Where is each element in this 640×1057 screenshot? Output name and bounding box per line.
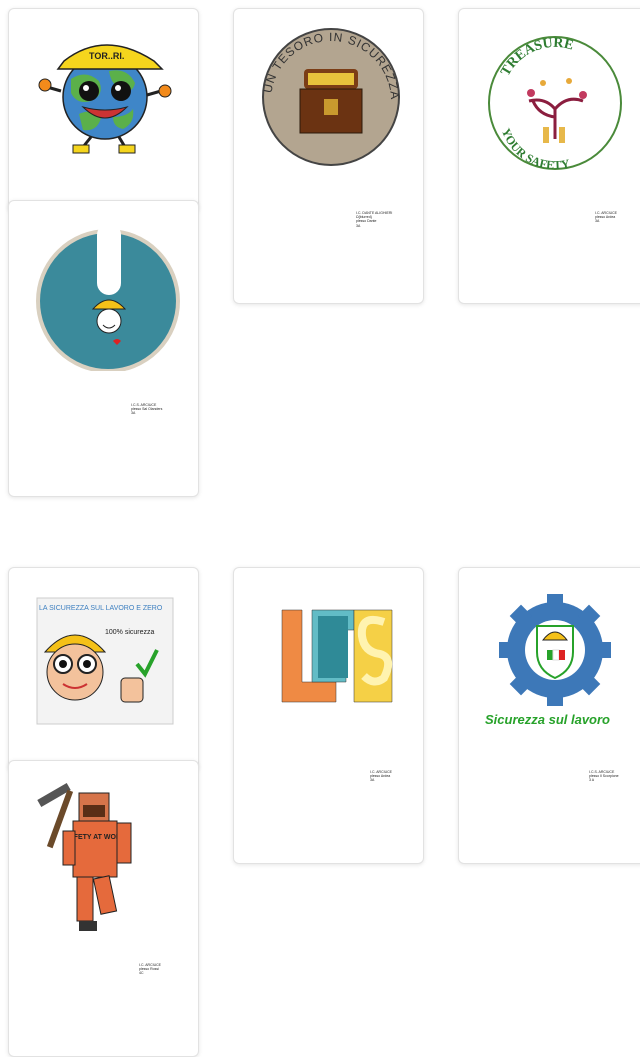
logo-card-world-helmet[interactable]: TOR..RI. <box>8 8 199 213</box>
card-caption: I.C. DANTE ALIGHIERI Ω{blurred} plesso D… <box>356 211 393 228</box>
card-caption: I.C. ARCIUCE plesso Ardea 3A <box>595 211 617 224</box>
card-caption: I.C.S. ARCIUCE plesso Il Scorpione 3 A <box>589 770 619 783</box>
world-helmet-mascot-image: TOR..RI. <box>38 44 172 154</box>
helmet-worker-drawing-image: LA SICUREZZA SUL LAVORO E ZERO 100% sicu… <box>36 597 174 725</box>
logo-card-helmet-worker[interactable]: LA SICUREZZA SUL LAVORO E ZERO 100% sicu… <box>8 567 199 772</box>
logo-card-treasure-tree[interactable]: TREASURE YOUR SAFETY I.C. ARCIUCE plesso… <box>458 8 640 304</box>
miner-safety-at-work-image: SAFETY AT WORK <box>37 783 132 931</box>
logo-card-miner[interactable]: SAFETY AT WORK I.C. ARCIUCE plesso Rossi… <box>8 760 199 1057</box>
treasure-chest-seal-image: UN TESORO IN SICUREZZA <box>261 28 401 166</box>
gear-shield-helmet-image: Sicurezza sul lavoro <box>485 594 611 727</box>
logo-card-treasure-chest[interactable]: UN TESORO IN SICUREZZA I.C. DANTE ALIGHI… <box>233 8 424 304</box>
slogan-text: Sicurezza sul lavoro <box>485 712 610 727</box>
percent-badge: 100% sicurezza <box>105 629 155 636</box>
logo-card-lis[interactable]: I.C. ARCIUCE plesso Ardea 3A <box>233 567 424 864</box>
card-caption: I.C. ARCIUCE plesso Ardea 3A <box>370 770 392 783</box>
lis-blocks-image <box>281 609 393 703</box>
logo-card-gear-shield[interactable]: Sicurezza sul lavoro I.C.S. ARCIUCE ples… <box>458 567 640 864</box>
exclamation-helmet-sign-image <box>36 223 180 371</box>
card-caption: I.C.S. ARCIUCE plesso Sal Olanders 3A <box>131 403 163 416</box>
logo-card-exclamation-helmet[interactable]: I.C.S. ARCIUCE plesso Sal Olanders 3A <box>8 200 199 497</box>
helmet-text: TOR..RI. <box>89 51 124 61</box>
card-caption: I.C. ARCIUCE plesso Rossi 4C <box>139 963 161 976</box>
banner-text: LA SICUREZZA SUL LAVORO E ZERO <box>39 605 163 612</box>
treasure-tree-seal-image: TREASURE YOUR SAFETY <box>488 36 622 172</box>
